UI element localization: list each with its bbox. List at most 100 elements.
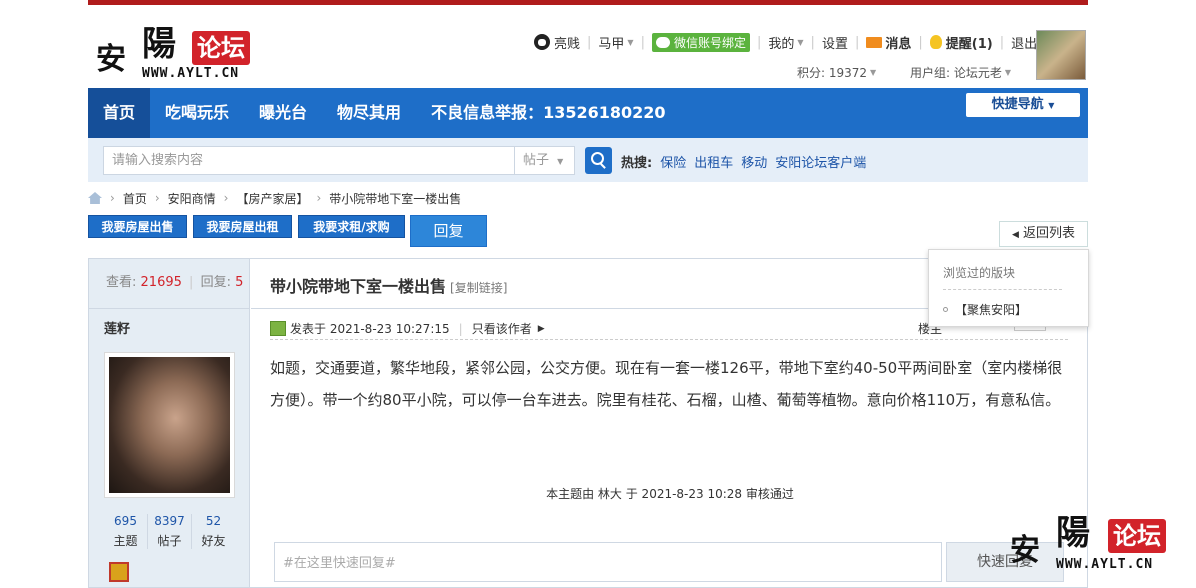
visited-forum-item[interactable]: 【聚焦安阳】: [943, 301, 1027, 318]
separator: ›: [154, 191, 160, 205]
qq-icon: [534, 34, 550, 50]
reply-button[interactable]: 回复: [410, 215, 487, 247]
back-to-list-button[interactable]: ◀ 返回列表: [999, 221, 1088, 247]
divider: |: [854, 34, 860, 50]
divider: |: [587, 34, 592, 50]
thread-stats: 查看: 21695 | 回复: 5: [89, 259, 249, 309]
watermark-logo: 安 陽 论坛 WWW.AYLT.CN: [1010, 505, 1190, 577]
logo-url: WWW.AYLT.CN: [142, 66, 240, 81]
top-accent-bar: [88, 0, 1088, 5]
nav-item-home[interactable]: 首页: [88, 88, 151, 138]
breadcrumb-business[interactable]: 安阳商情: [168, 190, 216, 207]
views-count: 21695: [140, 275, 182, 290]
breadcrumb-thread: 带小院带地下室一楼出售: [329, 191, 462, 206]
sell-house-button[interactable]: 我要房屋出售: [88, 215, 187, 238]
watermark-url: WWW.AYLT.CN: [1056, 557, 1154, 572]
divider: [270, 339, 1068, 340]
points-menu[interactable]: 积分: 19372 ▼: [797, 63, 876, 81]
caret-left-icon: ◀: [1011, 230, 1019, 240]
rent-house-button[interactable]: 我要房屋出租: [193, 215, 292, 238]
nav-item-secondhand[interactable]: 物尽其用: [322, 88, 416, 138]
replies-count: 5: [235, 275, 244, 290]
mine-menu[interactable]: 我的 ▼: [768, 33, 803, 52]
search-button[interactable]: [585, 147, 612, 174]
author-sidebar: 查看: 21695 | 回复: 5 莲籽 695 主题 8397 帖子 52 好友: [89, 259, 250, 587]
logo-char-yang: 陽: [142, 24, 176, 64]
post-meta: 发表于 2021-8-23 10:27:15 | 只看该作者 ▶: [270, 320, 545, 337]
post-content: 如题，交通要道，繁华地段，紧邻公园，公交方便。现在有一套一楼126平，带地下室约…: [270, 359, 1063, 409]
divider: |: [999, 34, 1005, 50]
search-input[interactable]: 请输入搜索内容: [103, 146, 515, 175]
caret-down-icon: ▼: [627, 37, 634, 47]
hot-link-mobile[interactable]: 移动: [741, 152, 767, 171]
breadcrumb-home[interactable]: 首页: [123, 190, 147, 207]
separator: ›: [223, 191, 229, 205]
wechat-icon: [655, 36, 670, 48]
wechat-bind-button[interactable]: 微信账号绑定: [651, 32, 750, 52]
logo-char-an: 安: [96, 42, 126, 77]
logo-badge: 论坛: [192, 31, 250, 65]
quick-reply-input[interactable]: #在这里快速回复#: [274, 542, 942, 582]
author-friends[interactable]: 52 好友: [192, 514, 235, 549]
watermark-char-an: 安: [1010, 533, 1040, 568]
site-logo[interactable]: 安 陽 论坛 WWW.AYLT.CN: [96, 14, 271, 84]
user-avatar[interactable]: [1036, 30, 1086, 80]
settings-link[interactable]: 设置: [822, 33, 848, 52]
post-time: 发表于 2021-8-23 10:27:15: [290, 322, 450, 336]
author-stats: 695 主题 8397 帖子 52 好友: [104, 514, 235, 549]
author-posts[interactable]: 8397 帖子: [148, 514, 192, 549]
copy-link[interactable]: [复制链接]: [450, 281, 507, 295]
divider: |: [640, 34, 645, 50]
caret-down-icon: ▼: [557, 157, 564, 166]
nav-item-exposure[interactable]: 曝光台: [244, 88, 322, 138]
usergroup-menu[interactable]: 用户组: 论坛元老 ▼: [910, 63, 1011, 81]
divider: |: [918, 34, 923, 50]
hot-search: 热搜: 保险 出租车 移动 安阳论坛客户端: [621, 152, 866, 171]
caret-down-icon: ▼: [797, 37, 804, 47]
online-status-icon: [270, 321, 286, 336]
divider: |: [458, 321, 463, 336]
seek-house-button[interactable]: 我要求租/求购: [298, 215, 405, 238]
username-link[interactable]: 亮贱: [534, 33, 580, 52]
visited-forums-dropdown: 浏览过的版块 【聚焦安阳】: [928, 249, 1089, 327]
watermark-badge: 论坛: [1108, 519, 1166, 553]
watermark-char-yang: 陽: [1056, 513, 1090, 553]
home-icon[interactable]: [88, 192, 102, 204]
author-name[interactable]: 莲籽: [89, 309, 249, 337]
reminder-link[interactable]: 提醒(1): [929, 33, 993, 52]
dropdown-title: 浏览过的版块: [943, 266, 1016, 280]
author-threads[interactable]: 695 主题: [104, 514, 148, 549]
caret-down-icon: ▼: [1004, 67, 1012, 77]
quick-nav-button[interactable]: 快捷导航 ▼: [966, 93, 1080, 117]
audit-note: 本主题由 林大 于 2021-8-23 10:28 审核通过: [546, 487, 794, 501]
nav-item-report[interactable]: 不良信息举报：13526180220: [416, 88, 680, 138]
separator: ›: [316, 191, 322, 205]
hot-search-label: 热搜:: [621, 156, 653, 171]
breadcrumb: › 首页 › 安阳商情 › 【房产家居】 › 带小院带地下室一楼出售: [88, 190, 461, 206]
alt-account-menu[interactable]: 马甲 ▼: [598, 33, 633, 52]
hot-link-taxi[interactable]: 出租车: [694, 152, 733, 171]
breadcrumb-forum[interactable]: 【房产家居】: [236, 190, 308, 207]
user-menu: 亮贱 | 马甲 ▼ | 微信账号绑定 | 我的 ▼ | 设置 | 消息 | 提醒(1…: [534, 32, 1037, 52]
only-author-link[interactable]: 只看该作者: [472, 320, 532, 337]
caret-down-icon: ▼: [870, 67, 877, 77]
separator: ›: [110, 191, 115, 205]
author-avatar[interactable]: [104, 352, 235, 498]
divider: |: [810, 34, 815, 50]
caret-down-icon: ▼: [1048, 101, 1055, 110]
bullet-icon: [943, 307, 948, 312]
messages-link[interactable]: 消息: [866, 33, 911, 52]
nav-item-food-fun[interactable]: 吃喝玩乐: [150, 88, 244, 138]
thread-title: 带小院带地下室一楼出售 [复制链接]: [270, 277, 508, 296]
search-type-select[interactable]: 帖子 ▼: [515, 146, 575, 175]
hot-link-client[interactable]: 安阳论坛客户端: [775, 152, 866, 171]
hot-link-insurance[interactable]: 保险: [660, 152, 686, 171]
triangle-right-icon: ▶: [537, 323, 545, 334]
divider: [943, 289, 1062, 290]
search-bar: 请输入搜索内容 帖子 ▼ 热搜: 保险 出租车 移动 安阳论坛客户端: [88, 138, 1088, 182]
mail-icon: [866, 36, 883, 48]
bulb-icon: [929, 35, 942, 49]
logout-link[interactable]: 退出: [1011, 33, 1037, 52]
divider: |: [756, 34, 762, 50]
medal-icon: [109, 562, 129, 582]
